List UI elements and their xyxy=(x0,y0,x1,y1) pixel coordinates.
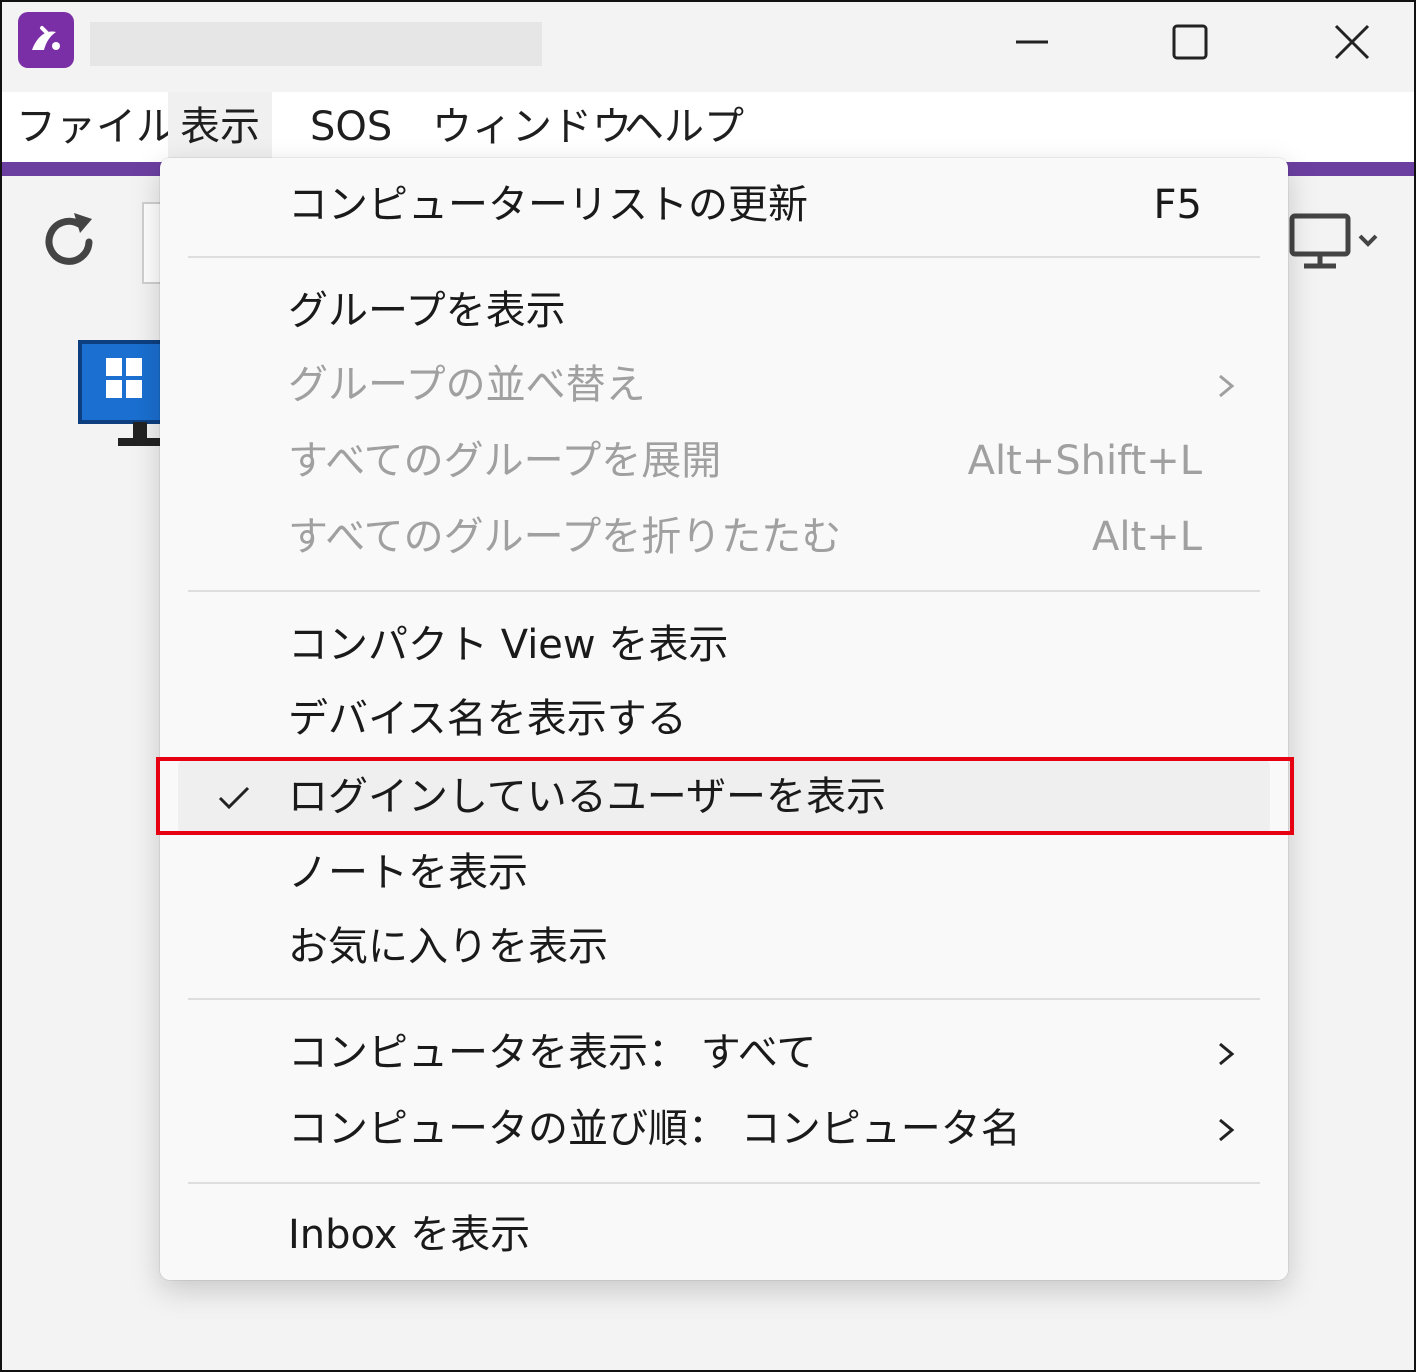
menu-item-label: グループを表示 xyxy=(288,288,566,334)
monitor-icon xyxy=(1289,213,1378,269)
maximize-icon xyxy=(1172,24,1208,60)
menu-item-show-groups[interactable]: グループを表示 xyxy=(160,274,1288,348)
menu-item-label: ノートを表示 xyxy=(288,850,528,896)
menu-item-show-inbox[interactable]: Inbox を表示 xyxy=(160,1198,1288,1272)
menu-separator xyxy=(188,1182,1260,1184)
menu-sos[interactable]: SOS xyxy=(298,92,404,162)
menu-separator xyxy=(188,998,1260,1000)
menu-item-label: デバイス名を表示する xyxy=(288,696,687,742)
menu-item-label: コンピュータを表示： すべて xyxy=(288,1030,817,1076)
app-logo-icon xyxy=(18,12,74,68)
shortcut-text: Alt+L xyxy=(1092,514,1202,560)
menu-item-label: お気に入りを表示 xyxy=(288,924,608,970)
maximize-button[interactable] xyxy=(1150,12,1230,72)
menu-item-sort-groups: グループの並べ替え xyxy=(160,348,1288,422)
menu-view[interactable]: 表示 xyxy=(168,92,272,162)
menu-separator xyxy=(188,256,1260,258)
menu-window[interactable]: ウィンドウ xyxy=(420,92,644,162)
menu-item-label: すべてのグループを折りたたむ xyxy=(288,514,842,560)
refresh-icon xyxy=(45,213,93,265)
menu-item-show-computers[interactable]: コンピュータを表示： すべて xyxy=(160,1016,1288,1090)
menu-separator xyxy=(188,590,1260,592)
menu-item-label: コンピューターリストの更新 xyxy=(288,182,808,228)
minimize-icon xyxy=(1016,40,1048,44)
menu-item-label: すべてのグループを展開 xyxy=(288,438,722,484)
close-button[interactable] xyxy=(1312,12,1392,72)
menu-item-refresh-list[interactable]: コンピューターリストの更新 F5 xyxy=(160,168,1288,242)
menu-item-show-device-name[interactable]: デバイス名を表示する xyxy=(160,682,1288,756)
refresh-button[interactable] xyxy=(34,207,104,281)
view-mode-button[interactable] xyxy=(1288,210,1384,278)
shortcut-text: F5 xyxy=(1153,182,1202,228)
menu-item-expand-all-groups: すべてのグループを展開 Alt+Shift+L xyxy=(160,424,1288,498)
menu-item-label: コンパクト View を表示 xyxy=(288,622,729,668)
windows-device-icon[interactable] xyxy=(78,340,168,454)
menu-item-show-favorites[interactable]: お気に入りを表示 xyxy=(160,910,1288,984)
shortcut-text: Alt+Shift+L xyxy=(967,438,1202,484)
minimize-button[interactable] xyxy=(992,12,1072,72)
menu-item-label: コンピュータの並び順： コンピュータ名 xyxy=(288,1106,1021,1152)
app-window: ファイル 表示 SOS ウィンドウ ヘルプ コンピューターリストの更新 F5 グ… xyxy=(0,0,1416,1372)
window-title-redacted xyxy=(90,22,542,66)
menu-item-label: Inbox を表示 xyxy=(288,1212,531,1258)
menu-item-sort-computers[interactable]: コンピュータの並び順： コンピュータ名 xyxy=(160,1092,1288,1166)
chevron-right-icon xyxy=(1219,1118,1235,1142)
menu-file[interactable]: ファイル xyxy=(4,92,188,162)
highlight-annotation-box xyxy=(156,757,1294,835)
chevron-right-icon xyxy=(1219,374,1235,398)
view-menu-dropdown: コンピューターリストの更新 F5 グループを表示 グループの並べ替え すべてのグ… xyxy=(160,158,1288,1280)
menu-item-label: グループの並べ替え xyxy=(288,362,646,408)
menu-help[interactable]: ヘルプ xyxy=(612,92,756,162)
menu-item-collapse-all-groups: すべてのグループを折りたたむ Alt+L xyxy=(160,500,1288,574)
title-bar xyxy=(2,2,1414,92)
menu-bar: ファイル 表示 SOS ウィンドウ ヘルプ xyxy=(2,92,1414,162)
menu-item-show-notes[interactable]: ノートを表示 xyxy=(160,836,1288,910)
chevron-right-icon xyxy=(1219,1042,1235,1066)
menu-item-compact-view[interactable]: コンパクト View を表示 xyxy=(160,608,1288,682)
close-icon xyxy=(1334,24,1370,60)
